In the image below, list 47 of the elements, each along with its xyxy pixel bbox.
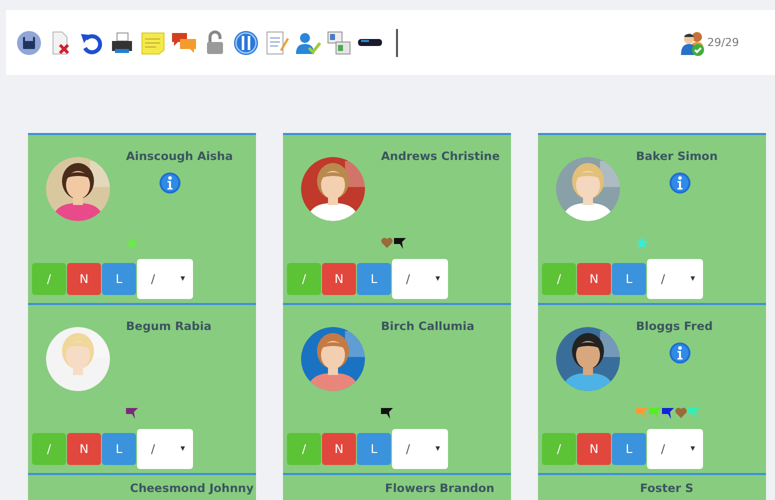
printer-icon-button[interactable] <box>109 30 135 56</box>
student-name: Baker Simon <box>636 149 718 163</box>
attendance-select[interactable]: / ▾ <box>392 259 448 299</box>
info-icon[interactable] <box>669 172 691 194</box>
attendance-button[interactable]: N <box>577 433 611 465</box>
save-icon <box>16 30 42 56</box>
info-icon[interactable] <box>159 172 181 194</box>
save-icon-button[interactable] <box>16 30 42 56</box>
student-name: Begum Rabia <box>126 319 212 333</box>
attendance-button[interactable]: L <box>357 263 391 295</box>
attendance-button[interactable]: / <box>287 433 321 465</box>
attendance-select[interactable]: / ▾ <box>647 429 703 469</box>
attendance-button[interactable]: / <box>32 263 66 295</box>
attendance-button[interactable]: N <box>322 433 356 465</box>
attendance-button[interactable]: N <box>577 263 611 295</box>
student-name: Flowers Brandon <box>385 481 494 495</box>
projector-icon <box>358 39 382 46</box>
sticky-note-icon <box>140 30 166 56</box>
attendance-button[interactable]: N <box>67 263 101 295</box>
student-name: Ainscough Aisha <box>126 149 233 163</box>
edit-document-icon-button[interactable] <box>264 30 290 56</box>
student-name: Andrews Christine <box>381 149 500 163</box>
attendance-button[interactable]: / <box>287 263 321 295</box>
attendance-select[interactable]: / ▾ <box>392 429 448 469</box>
attendance-button[interactable]: L <box>102 433 136 465</box>
attendance-select[interactable]: / ▾ <box>137 259 193 299</box>
attendance-button[interactable]: / <box>542 433 576 465</box>
id-cards-icon-button[interactable] <box>326 30 352 56</box>
attendance-select[interactable]: / ▾ <box>647 259 703 299</box>
attendance-button[interactable]: L <box>612 263 646 295</box>
id-cards-icon <box>326 30 352 56</box>
attendance-button[interactable]: L <box>612 433 646 465</box>
student-name: Bloggs Fred <box>636 319 713 333</box>
attendance-button[interactable]: N <box>322 263 356 295</box>
student-count: 29/29 <box>707 36 739 49</box>
edit-document-icon <box>264 30 290 56</box>
printer-icon <box>109 30 135 56</box>
info-icon[interactable] <box>669 342 691 364</box>
student-name: Birch Callumia <box>381 319 474 333</box>
attendance-button[interactable]: L <box>102 263 136 295</box>
student-name: Foster S <box>640 481 694 495</box>
attendance-button[interactable]: / <box>32 433 66 465</box>
attendance-button[interactable]: / <box>542 263 576 295</box>
student-name: Cheesmond Johnny <box>130 481 254 495</box>
attendance-select[interactable]: / ▾ <box>137 429 193 469</box>
attendance-button[interactable]: N <box>67 433 101 465</box>
attendance-button[interactable]: L <box>357 433 391 465</box>
